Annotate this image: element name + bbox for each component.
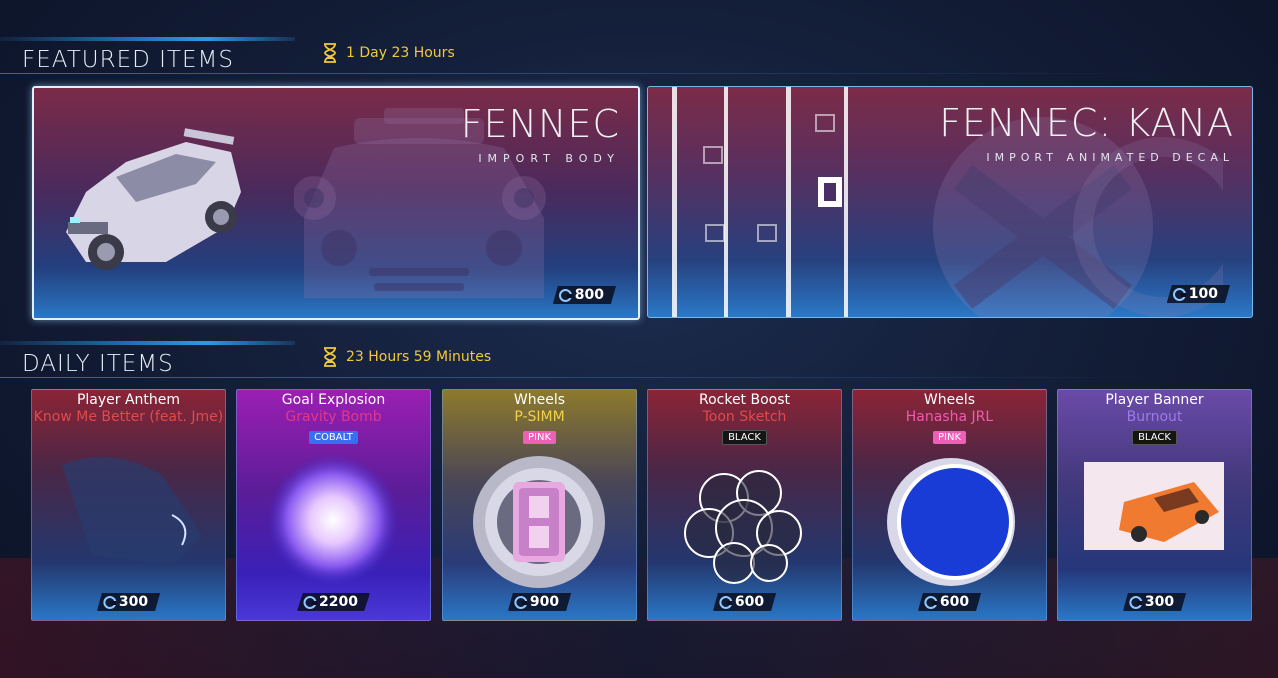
fennec-car-icon — [66, 128, 241, 270]
item-price: 600 — [712, 593, 777, 611]
price-value: 2200 — [319, 594, 358, 610]
header-accent-bar — [0, 37, 295, 41]
price-value: 300 — [1144, 594, 1175, 610]
daily-title: DAILY ITEMS — [22, 351, 174, 377]
credits-icon — [513, 595, 527, 609]
credits-icon — [718, 595, 732, 609]
featured-card-fennec-kana[interactable]: FENNEC: KANA IMPORT ANIMATED DECAL 100 — [647, 86, 1253, 318]
featured-subtitle: IMPORT BODY — [478, 152, 620, 165]
anthem-art-icon — [62, 457, 202, 565]
featured-title: FEATURED ITEMS — [22, 47, 234, 73]
item-name: Know Me Better (feat. Jme) — [33, 409, 224, 425]
item-price: 900 — [507, 593, 572, 611]
price-value: 100 — [1188, 286, 1218, 302]
credits-icon — [102, 595, 116, 609]
kana-decal-icon — [672, 87, 848, 317]
color-badge: BLACK — [722, 430, 767, 445]
hourglass-icon — [324, 43, 336, 63]
price-value: 300 — [118, 594, 149, 610]
item-name: Toon Sketch — [702, 409, 787, 425]
credits-icon — [1128, 595, 1142, 609]
credits-icon — [303, 595, 317, 609]
header-line — [0, 73, 1180, 74]
credits-icon — [923, 595, 937, 609]
banner-art-icon — [1084, 462, 1224, 550]
item-type: Rocket Boost — [698, 392, 791, 408]
daily-card-wheels-psimm[interactable]: Wheels P-SIMM PINK 900 — [442, 389, 637, 621]
featured-name: FENNEC: KANA — [939, 101, 1234, 145]
explosion-art-icon — [267, 454, 399, 586]
item-price: 300 — [96, 593, 161, 611]
daily-card-player-anthem[interactable]: Player Anthem Know Me Better (feat. Jme)… — [31, 389, 226, 621]
daily-card-goal-explosion[interactable]: Goal Explosion Gravity Bomb COBALT 2200 — [236, 389, 431, 621]
color-badge: PINK — [932, 431, 967, 444]
item-price: 600 — [917, 593, 982, 611]
price-value: 600 — [939, 594, 970, 610]
daily-header: DAILY ITEMS 23 Hours 59 Minutes — [0, 341, 1278, 381]
daily-card-wheels-hanasha[interactable]: Wheels Hanasha JRL PINK 600 — [852, 389, 1047, 621]
item-type: Wheels — [923, 392, 976, 408]
color-badge: BLACK — [1132, 430, 1177, 445]
color-badge: PINK — [522, 431, 557, 444]
item-type: Player Anthem — [76, 392, 181, 408]
daily-card-player-banner[interactable]: Player Banner Burnout BLACK 300 — [1057, 389, 1252, 621]
header-line — [0, 377, 1180, 378]
featured-price: 800 — [552, 286, 616, 304]
credits-icon — [558, 288, 572, 302]
item-price: 2200 — [297, 593, 370, 611]
featured-timer: 1 Day 23 Hours — [322, 43, 455, 63]
header-accent-bar — [0, 341, 295, 345]
item-price: 300 — [1122, 593, 1187, 611]
item-name: P-SIMM — [514, 409, 565, 425]
color-badge: COBALT — [309, 431, 358, 444]
item-type: Player Banner — [1105, 392, 1204, 408]
featured-subtitle: IMPORT ANIMATED DECAL — [986, 151, 1234, 164]
featured-header: FEATURED ITEMS 1 Day 23 Hours — [0, 37, 1278, 77]
item-type: Goal Explosion — [281, 392, 386, 408]
daily-timer-text: 23 Hours 59 Minutes — [346, 349, 492, 365]
featured-card-fennec[interactable]: FENNEC IMPORT BODY 800 — [32, 86, 640, 320]
featured-name: FENNEC — [460, 102, 620, 146]
price-value: 800 — [574, 287, 604, 303]
price-value: 600 — [734, 594, 765, 610]
item-name: Hanasha JRL — [905, 409, 994, 425]
wheel-art-icon — [887, 458, 1015, 586]
item-name: Gravity Bomb — [285, 409, 382, 425]
featured-timer-text: 1 Day 23 Hours — [346, 45, 455, 61]
item-name: Burnout — [1126, 409, 1183, 425]
wheel-art-icon — [473, 456, 605, 588]
featured-price: 100 — [1166, 285, 1230, 303]
daily-card-rocket-boost[interactable]: Rocket Boost Toon Sketch BLACK 600 — [647, 389, 842, 621]
item-type: Wheels — [513, 392, 566, 408]
smoke-art-icon — [684, 470, 802, 584]
hourglass-icon — [324, 347, 336, 367]
price-value: 900 — [529, 594, 560, 610]
daily-timer: 23 Hours 59 Minutes — [322, 347, 491, 367]
credits-icon — [1172, 287, 1186, 301]
